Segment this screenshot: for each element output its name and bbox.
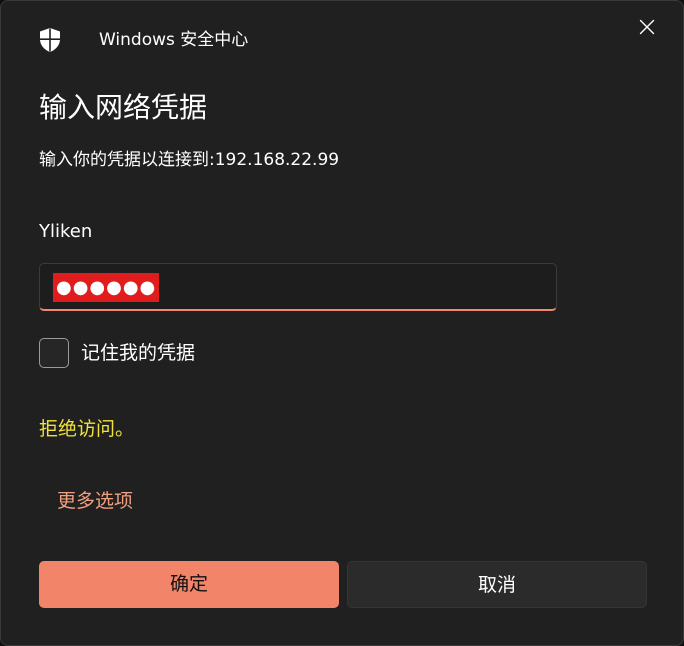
username-label: Yliken	[39, 221, 93, 242]
password-field[interactable]: ●●●●●●	[39, 263, 557, 311]
remember-label: 记住我的凭据	[81, 342, 196, 364]
password-value: ●●●●●●	[53, 273, 160, 302]
ok-button[interactable]: 确定	[39, 561, 339, 608]
remember-checkbox[interactable]	[39, 338, 69, 368]
cancel-button[interactable]: 取消	[347, 561, 647, 608]
close-button[interactable]	[633, 15, 661, 43]
more-options-link[interactable]: 更多选项	[57, 488, 133, 514]
close-icon	[639, 19, 655, 39]
dialog-subtitle: 输入你的凭据以连接到:192.168.22.99	[39, 150, 340, 170]
dialog-heading: 输入网络凭据	[39, 91, 208, 124]
app-title: Windows 安全中心	[99, 30, 249, 50]
remember-credentials[interactable]: 记住我的凭据	[39, 338, 195, 368]
title-bar: Windows 安全中心	[1, 1, 683, 77]
shield-icon	[38, 27, 62, 53]
credential-dialog: Windows 安全中心 输入网络凭据 输入你的凭据以连接到:192.168.2…	[0, 0, 684, 646]
error-message: 拒绝访问。	[39, 418, 135, 440]
